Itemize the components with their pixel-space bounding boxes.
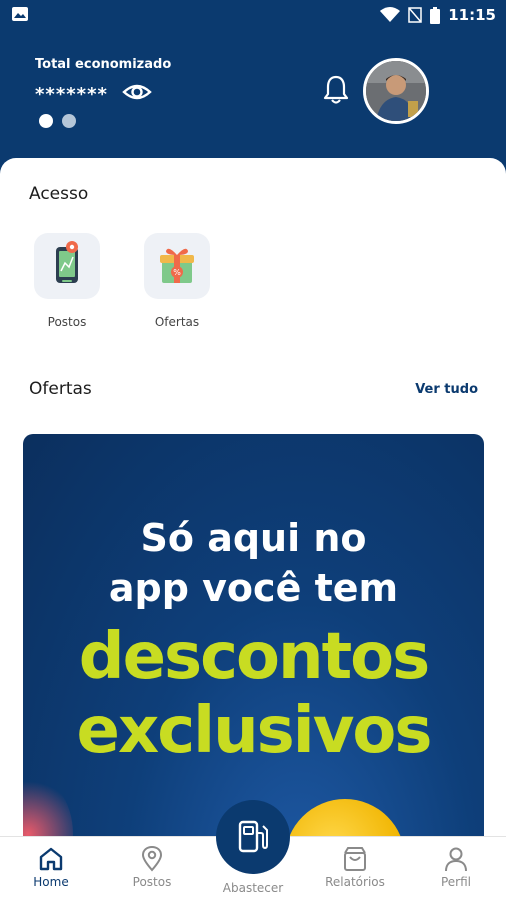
see-all-link[interactable]: Ver tudo <box>415 382 478 397</box>
banner-text-line3: descontos <box>78 620 430 694</box>
banner-text-line1: Só aqui no <box>140 516 367 560</box>
bell-icon[interactable] <box>322 74 350 104</box>
nav-label-abastecer[interactable]: Abastecer <box>203 881 303 895</box>
access-item-label: Ofertas <box>154 315 200 329</box>
battery-icon <box>430 6 441 24</box>
total-saved-value: ******* <box>35 84 108 105</box>
eye-icon[interactable] <box>122 80 152 104</box>
access-section-title: Acesso <box>29 184 89 204</box>
carousel-dot-active[interactable] <box>39 114 53 128</box>
svg-text:%: % <box>173 268 181 277</box>
nav-item-home[interactable]: Home <box>11 837 91 901</box>
clock: 11:15 <box>448 6 496 24</box>
person-icon <box>445 847 467 872</box>
carousel-dot[interactable] <box>62 114 76 128</box>
access-item-ofertas[interactable]: % Ofertas <box>144 233 210 329</box>
gallery-notification-icon <box>12 7 28 21</box>
home-icon <box>39 847 63 871</box>
nav-item-postos[interactable]: Postos <box>112 837 192 901</box>
fuel-pump-icon <box>238 820 268 853</box>
access-item-label: Postos <box>47 315 87 329</box>
nav-label: Postos <box>132 875 172 889</box>
offer-banner[interactable]: Só aqui no app você tem descontos exclus… <box>23 434 484 854</box>
status-bar: 11:15 <box>0 0 506 30</box>
banner-text-line4: exclusivos <box>76 694 433 768</box>
wifi-icon <box>380 7 401 22</box>
nav-label: Perfil <box>440 875 472 889</box>
access-item-postos[interactable]: Postos <box>34 233 100 329</box>
banner-text-line2: app você tem <box>108 566 399 610</box>
total-saved-label: Total economizado <box>35 57 172 72</box>
avatar-photo <box>366 61 426 121</box>
shopping-bag-icon <box>344 847 366 871</box>
access-tile[interactable] <box>34 233 100 299</box>
avatar[interactable] <box>363 58 429 124</box>
location-pin-icon <box>141 846 163 872</box>
nav-item-relatorios[interactable]: Relatórios <box>315 837 395 901</box>
fuel-button[interactable] <box>216 800 290 874</box>
nav-label: Relatórios <box>325 875 385 889</box>
offers-section-title: Ofertas <box>29 379 92 399</box>
gift-icon: % <box>160 248 194 283</box>
carousel-dots <box>39 114 76 128</box>
nav-item-perfil[interactable]: Perfil <box>416 837 496 901</box>
phone-map-icon <box>56 241 78 283</box>
no-signal-icon <box>408 7 422 23</box>
access-tile[interactable]: % <box>144 233 210 299</box>
nav-label: Home <box>33 875 69 889</box>
